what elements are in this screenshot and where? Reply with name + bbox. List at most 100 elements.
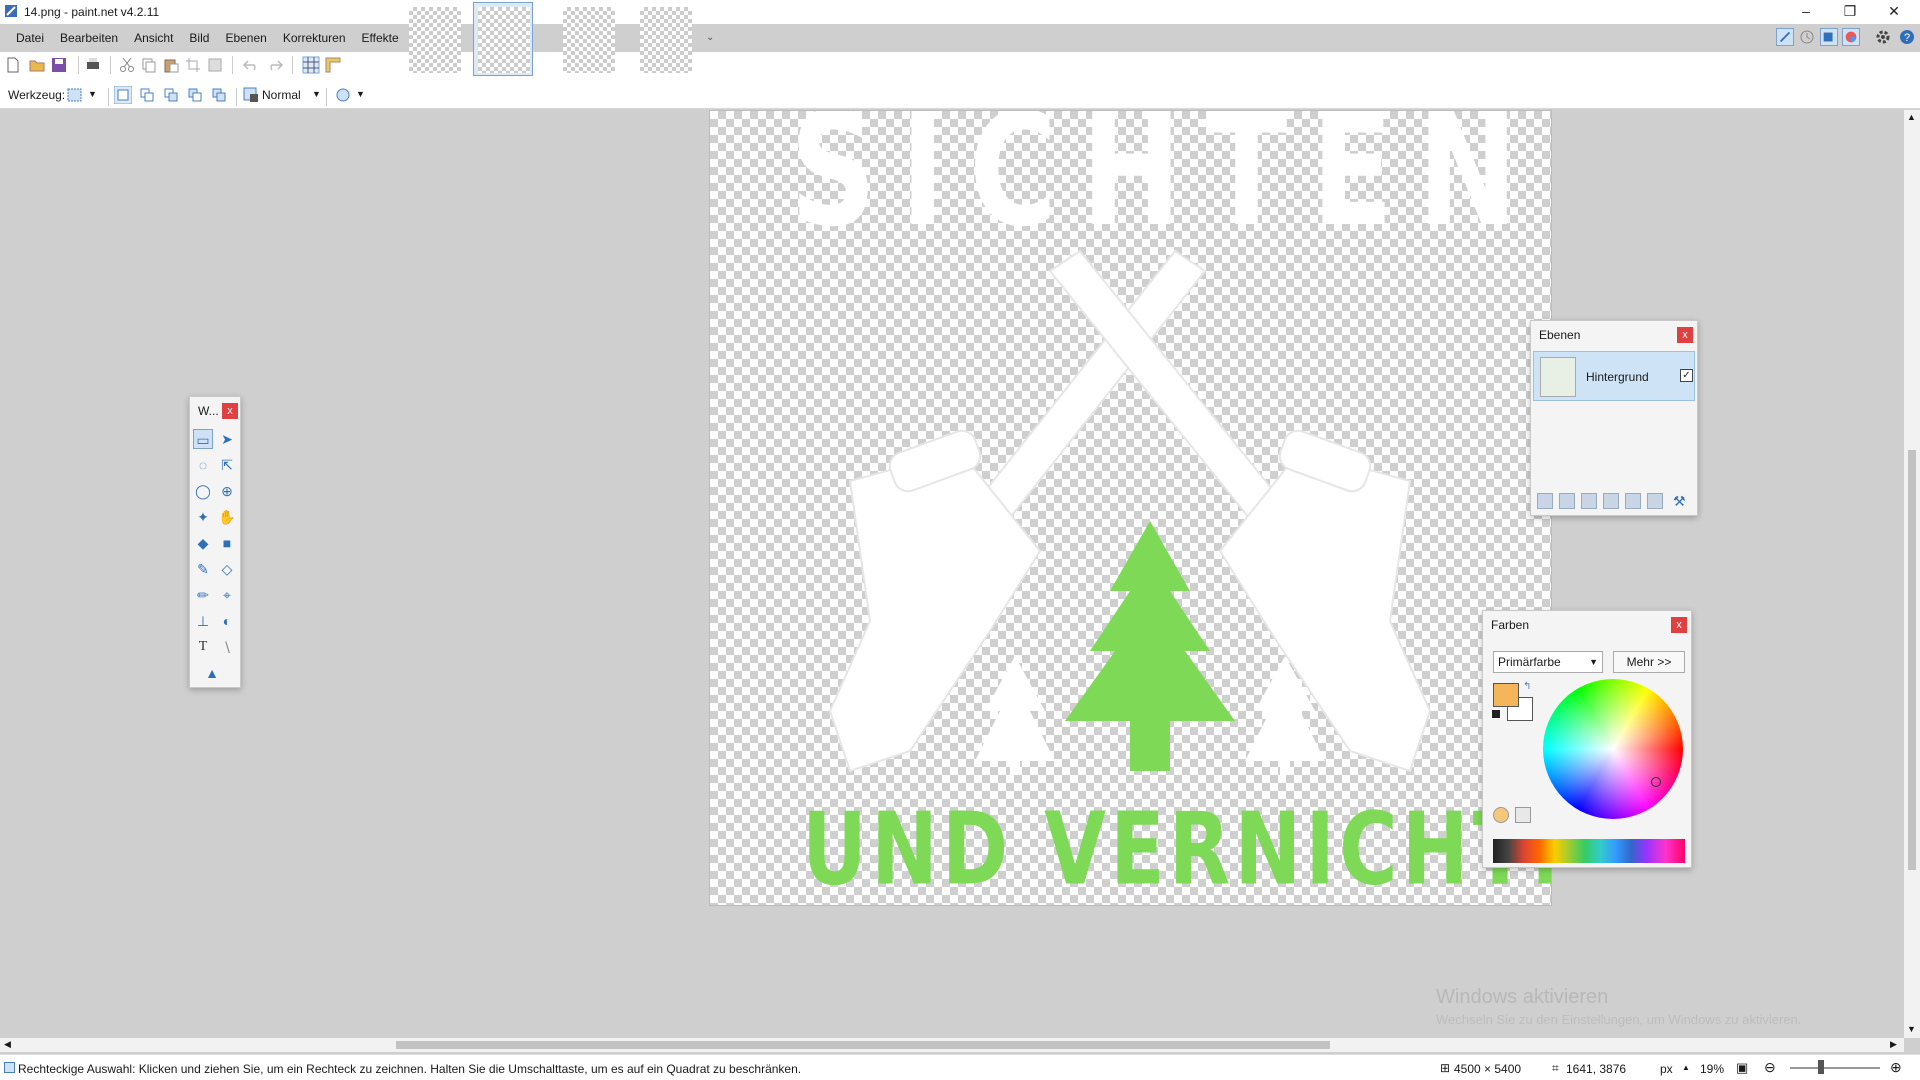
color-palette[interactable] [1493, 839, 1685, 863]
shapes-tool-icon[interactable]: ▲ [202, 663, 222, 683]
menu-effekte[interactable]: Effekte [354, 26, 407, 50]
magic-wand-tool-icon[interactable]: ✦ [193, 507, 213, 527]
minimize-button[interactable]: – [1786, 0, 1826, 22]
clone-stamp-tool-icon[interactable]: ⊥ [193, 611, 213, 631]
zoom-in-icon[interactable]: ⊕ [1890, 1059, 1902, 1076]
unit-selector[interactable]: px [1660, 1062, 1673, 1076]
colors-window-header[interactable]: Farben x [1483, 611, 1691, 639]
layers-window-toggle-icon[interactable] [1820, 28, 1838, 46]
menu-bearbeiten[interactable]: Bearbeiten [52, 26, 126, 50]
image-tab-thumbnail[interactable] [635, 2, 695, 76]
add-to-palette-icon[interactable] [1493, 807, 1509, 823]
zoom-tool-icon[interactable]: ⊕ [217, 481, 237, 501]
blend-mode-icon[interactable] [242, 86, 260, 104]
current-tool-icon[interactable] [66, 86, 84, 104]
colors-window-toggle-icon[interactable] [1842, 28, 1860, 46]
recolor-tool-icon[interactable]: ◐ [217, 611, 237, 631]
scroll-up-icon[interactable]: ▲ [1907, 112, 1916, 122]
image-canvas[interactable]: SICHTEN UND VERNICH [709, 110, 1552, 906]
layer-properties-icon[interactable]: ⚒ [1673, 493, 1689, 509]
paint-bucket-tool-icon[interactable]: ◆ [193, 533, 213, 553]
selection-mode-exclude-icon[interactable] [162, 86, 180, 104]
tools-window-toggle-icon[interactable] [1776, 28, 1794, 46]
color-wheel[interactable] [1543, 679, 1683, 819]
merge-layer-down-icon[interactable] [1603, 493, 1619, 509]
scroll-down-icon[interactable]: ▼ [1907, 1024, 1916, 1034]
scroll-right-icon[interactable]: ▶ [1890, 1039, 1897, 1050]
scroll-left-icon[interactable]: ◀ [4, 1039, 11, 1050]
ruler-icon[interactable] [324, 56, 342, 74]
paste-icon[interactable] [162, 56, 180, 74]
selection-mode-intersect-icon[interactable] [186, 86, 204, 104]
redo-icon[interactable] [266, 56, 284, 74]
antialiasing-icon[interactable] [334, 86, 352, 104]
duplicate-layer-icon[interactable] [1581, 493, 1597, 509]
layers-window-close-button[interactable]: x [1677, 327, 1693, 343]
image-tab-thumbnail[interactable] [558, 2, 618, 76]
vertical-scroll-thumb[interactable] [1908, 450, 1916, 870]
blend-mode-dropdown[interactable]: Normal [262, 88, 301, 102]
color-target-select[interactable]: Primärfarbe ▼ [1493, 651, 1603, 673]
palette-menu-icon[interactable] [1515, 807, 1531, 823]
copy-icon[interactable] [140, 56, 158, 74]
paintbrush-tool-icon[interactable]: ✎ [193, 559, 213, 579]
restore-button[interactable]: ❐ [1830, 0, 1870, 22]
zoom-slider-track[interactable] [1790, 1067, 1880, 1069]
ellipse-select-tool-icon[interactable]: ◯ [193, 481, 213, 501]
layer-row[interactable]: Hintergrund ✓ [1533, 351, 1695, 401]
color-wheel-marker[interactable] [1651, 777, 1661, 787]
cut-icon[interactable] [118, 56, 136, 74]
swap-colors-icon[interactable]: ↰ [1523, 681, 1531, 692]
deselect-icon[interactable] [206, 56, 224, 74]
gradient-tool-icon[interactable]: ■ [217, 533, 237, 553]
crop-icon[interactable] [184, 56, 202, 74]
print-icon[interactable] [84, 56, 102, 74]
horizontal-scroll-thumb[interactable] [396, 1041, 1330, 1049]
move-layer-up-icon[interactable] [1625, 493, 1641, 509]
tools-window-close-button[interactable]: x [222, 403, 238, 419]
selection-mode-xor-icon[interactable] [210, 86, 228, 104]
primary-color-swatch[interactable] [1493, 683, 1519, 707]
delete-layer-icon[interactable] [1559, 493, 1575, 509]
undo-icon[interactable] [242, 56, 260, 74]
zoom-fit-icon[interactable]: ▣ [1736, 1060, 1748, 1076]
history-window-toggle-icon[interactable] [1798, 28, 1816, 46]
new-file-icon[interactable] [4, 56, 22, 74]
chevron-down-icon[interactable]: ▼ [356, 89, 365, 99]
tab-list-chevron-icon[interactable]: ⌄ [706, 32, 714, 43]
zoom-out-icon[interactable]: ⊖ [1764, 1059, 1776, 1076]
lasso-select-tool-icon[interactable]: ◌ [193, 455, 213, 475]
open-folder-icon[interactable] [28, 56, 46, 74]
menu-bild[interactable]: Bild [181, 26, 217, 50]
workspace[interactable]: SICHTEN UND VERNICH [0, 110, 1904, 1038]
chevron-down-icon[interactable]: ▼ [88, 89, 97, 99]
zoom-slider-handle[interactable] [1818, 1060, 1824, 1074]
menu-korrekturen[interactable]: Korrekturen [275, 26, 354, 50]
close-window-button[interactable]: ✕ [1874, 0, 1914, 22]
line-curve-tool-icon[interactable]: ∖ [217, 637, 237, 657]
image-tab-thumbnail-active[interactable] [473, 2, 533, 76]
settings-gear-icon[interactable] [1874, 28, 1892, 46]
rectangle-select-tool-icon[interactable]: ▭ [193, 429, 213, 449]
colors-window-close-button[interactable]: x [1671, 617, 1687, 633]
help-icon[interactable]: ? [1898, 28, 1916, 46]
menu-ansicht[interactable]: Ansicht [126, 26, 181, 50]
move-selected-tool-icon[interactable]: ➤ [217, 429, 237, 449]
image-tab-thumbnail[interactable] [404, 2, 464, 76]
move-selection-tool-icon[interactable]: ⇱ [217, 455, 237, 475]
tools-window-header[interactable]: W... x [190, 397, 240, 425]
chevron-up-icon[interactable]: ▲ [1682, 1063, 1690, 1072]
chevron-down-icon[interactable]: ▼ [312, 89, 321, 99]
pan-tool-icon[interactable]: ✋ [217, 507, 237, 527]
layer-visibility-checkbox[interactable]: ✓ [1680, 369, 1693, 382]
more-colors-button[interactable]: Mehr >> [1613, 651, 1685, 673]
pencil-tool-icon[interactable]: ✏ [193, 585, 213, 605]
add-layer-icon[interactable] [1537, 493, 1553, 509]
menu-datei[interactable]: Datei [8, 26, 52, 50]
layers-window-header[interactable]: Ebenen x [1531, 321, 1697, 349]
text-tool-icon[interactable]: T [193, 637, 213, 657]
selection-mode-replace-icon[interactable] [114, 86, 132, 104]
reset-colors-icon[interactable] [1491, 709, 1501, 719]
color-picker-tool-icon[interactable]: ⌖ [217, 585, 237, 605]
move-layer-down-icon[interactable] [1647, 493, 1663, 509]
